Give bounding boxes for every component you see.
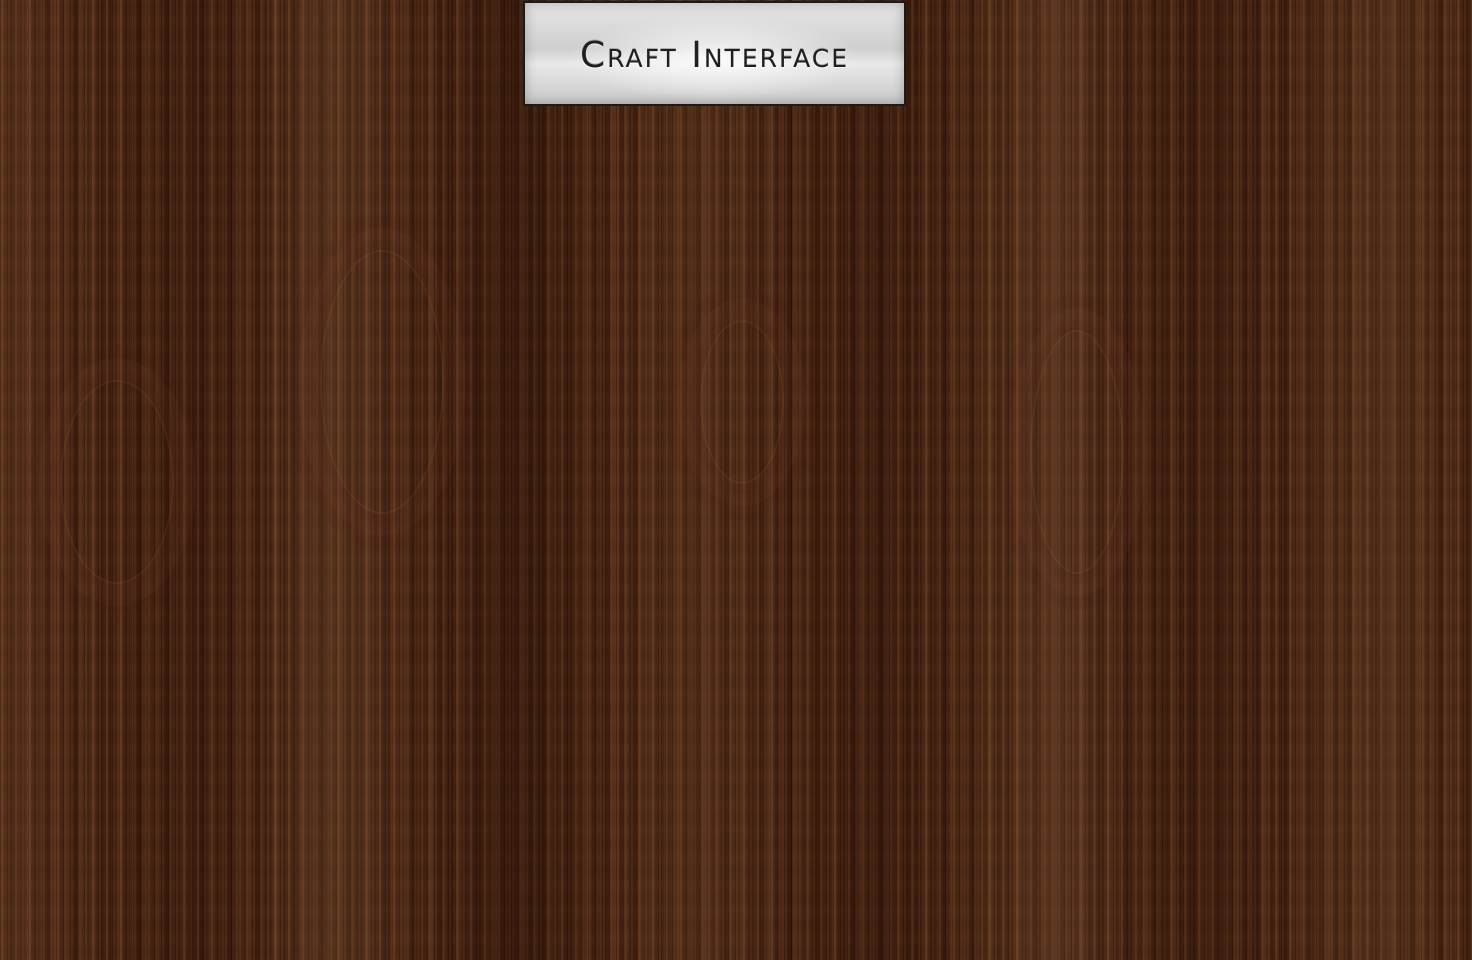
wood-background	[0, 0, 1472, 960]
app-title: Craft Interface	[579, 35, 849, 76]
wood-grain-ring	[60, 380, 174, 584]
wood-grain-ring	[320, 250, 444, 514]
title-plate: Craft Interface	[523, 1, 906, 106]
wood-grain-ring	[700, 320, 784, 484]
wood-grain-ring	[1030, 330, 1124, 574]
